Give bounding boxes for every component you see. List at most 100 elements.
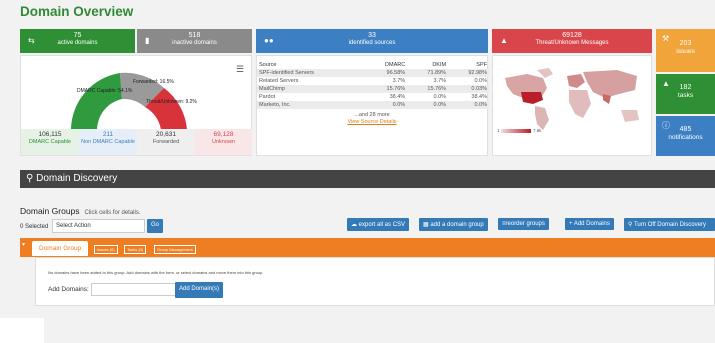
stat-unknown-label: Unknown <box>212 138 235 145</box>
users-icon: ●● <box>264 36 274 45</box>
source-spf: 92.98% <box>448 69 489 77</box>
empty-group-message: No domains have been added to this group… <box>48 270 264 275</box>
issues-tile[interactable]: ⚒ 203 issues <box>656 29 715 72</box>
table-row[interactable]: SPF-identified Servers 96.58% 71.89% 92.98% <box>257 69 489 77</box>
add-domains-button[interactable]: + Add Domains <box>565 218 614 230</box>
hamburger-icon[interactable]: ☰ <box>236 64 244 75</box>
domain-groups-hint: Click cells for details. <box>84 210 141 216</box>
gauge-label-threat: Threat/Unknown: 9.2% <box>146 99 197 105</box>
sources-panel: Source DMARC DKIM SPF SPF-identified Ser… <box>256 55 489 156</box>
reorder-groups-label: reorder groups <box>505 221 545 227</box>
stat-forwarded-value: 20,631 <box>156 131 176 138</box>
go-button[interactable]: Go <box>147 219 164 233</box>
source-dmarc: 15.76% <box>363 85 408 93</box>
search-icon: ⚲ <box>26 173 34 184</box>
sources-more-text: ...and 28 more <box>354 112 390 118</box>
stat-dmarc-capable-value: 106,115 <box>38 131 62 138</box>
threat-messages-label: Threat/Unknown Messages <box>535 40 609 47</box>
cloud-icon: ☁ <box>351 222 359 228</box>
page-title: Domain Overview <box>20 4 134 19</box>
notifications-tile[interactable]: ⓘ 485 notifications <box>656 116 715 156</box>
domain-discovery-title: Domain Discovery <box>36 173 118 184</box>
collapse-icon[interactable]: ▾ <box>22 241 25 248</box>
sources-header-source: Source <box>259 62 277 68</box>
source-spf: 0.0% <box>448 101 489 109</box>
identified-sources-count: 33 <box>368 32 376 39</box>
map-legend-min: 1 <box>497 128 500 133</box>
sources-header-spf: SPF <box>476 62 487 68</box>
source-dkim: 0.0% <box>433 94 447 100</box>
source-dmarc: 38.4% <box>389 94 406 100</box>
source-name: Pardot <box>259 94 276 100</box>
reorder-groups-button[interactable]: ≡reorder groups <box>498 218 549 230</box>
source-name: MailChimp <box>257 85 364 93</box>
info-icon: ⓘ <box>662 121 670 130</box>
turn-off-discovery-label: Turn Off Domain Discovery <box>633 222 706 228</box>
gauge-label-forwarded: Forwarded: 16.5% <box>133 79 174 85</box>
tab-domain-group[interactable]: Domain Group <box>32 241 89 256</box>
active-domains-label: active domains <box>57 40 98 47</box>
tasks-label: tasks <box>677 92 694 100</box>
table-row[interactable]: MailChimp 15.76% 15.76% 0.03% <box>257 85 489 93</box>
sources-header-dmarc: DMARC <box>385 62 406 68</box>
gauge-label-dmarc: DMARC Capable: 54.1% <box>77 88 133 94</box>
active-domains-count: 75 <box>73 32 82 39</box>
source-dkim: 71.89% <box>407 69 449 77</box>
sources-table: Source DMARC DKIM SPF SPF-identified Ser… <box>257 61 489 109</box>
domain-groups-header: Domain Groups Click cells for details. <box>20 206 141 216</box>
swap-icon: ⇆ <box>28 36 35 45</box>
source-dkim: 15.76% <box>407 85 449 93</box>
table-row[interactable]: Related Servers 3.7% 3.7% 0.0% <box>257 77 489 85</box>
stat-forwarded[interactable]: 20,631 Forwarded <box>137 129 195 155</box>
stat-dmarc-capable-label: DMARC Capable <box>28 138 72 145</box>
add-domains-label: Add Domains: <box>48 286 89 293</box>
stat-forwarded-label: Forwarded <box>152 138 180 145</box>
stat-unknown-value: 69,128 <box>213 131 234 138</box>
document-icon: ▮ <box>145 36 150 45</box>
add-domain-group-button[interactable]: ▦ add a domain group <box>419 218 488 231</box>
warning-icon: ▲ <box>500 36 508 45</box>
tab-group-management[interactable]: Group Management <box>154 245 196 254</box>
select-action-dropdown[interactable]: Select Action <box>52 219 145 233</box>
domain-discovery-bar[interactable]: ⚲ Domain Discovery <box>20 170 715 188</box>
threat-world-map[interactable] <box>497 64 649 134</box>
tasks-tile[interactable]: ▲ 182 tasks <box>656 74 715 114</box>
threat-map-panel: 1 7.6k <box>492 55 652 156</box>
stat-non-dmarc[interactable]: 211 Non DMARC Capable <box>79 129 137 155</box>
inactive-domains-tile[interactable]: ▮ 518 inactive domains <box>137 29 252 53</box>
export-csv-button[interactable]: ☁ export all as CSV <box>347 218 410 231</box>
sources-header-dkim: DKIM <box>432 62 447 68</box>
pin-icon: ▲ <box>662 79 670 88</box>
selected-count: 0 Selected <box>20 224 49 230</box>
inactive-domains-label: inactive domains <box>172 40 217 47</box>
tab-tasks[interactable]: Tasks (0) <box>124 245 147 254</box>
source-spf: 38.4% <box>471 94 487 100</box>
footer-gap <box>0 318 44 343</box>
identified-sources-tile[interactable]: ●● 33 identified sources <box>256 29 488 53</box>
notifications-label: notifications <box>668 134 703 142</box>
map-legend-max: 7.6k <box>533 128 542 133</box>
source-dkim: 0.0% <box>407 101 449 109</box>
map-legend-scale <box>501 129 531 133</box>
tab-issues[interactable]: Issues (0) <box>94 245 118 254</box>
stat-non-dmarc-value: 211 <box>102 131 114 138</box>
export-csv-label: export all as CSV <box>358 222 406 228</box>
source-dmarc: 3.7% <box>392 78 406 84</box>
issues-label: issues <box>676 48 695 56</box>
turn-off-discovery-button[interactable]: ⚲ Turn Off Domain Discovery <box>624 218 715 231</box>
source-name: Marketo, Inc. <box>257 101 364 109</box>
add-domains-submit-button[interactable]: Add Domain(s) <box>175 282 224 298</box>
threat-messages-count: 69128 <box>562 32 582 39</box>
table-row[interactable]: Pardot 38.4% 0.0% 38.4% <box>257 93 489 101</box>
domain-group-card: No domains have been added to this group… <box>35 257 715 306</box>
app-root: Domain Overview ⇆ 75 active domains ▮ 51… <box>0 0 715 343</box>
table-row[interactable]: Marketo, Inc. 0.0% 0.0% 0.0% <box>257 101 489 109</box>
threat-messages-tile[interactable]: ▲ 69128 Threat/Unknown Messages <box>492 29 652 53</box>
source-dkim: 3.7% <box>433 78 447 84</box>
stat-unknown[interactable]: 69,128 Unknown <box>195 129 252 155</box>
view-source-details-link[interactable]: View Source Details <box>257 119 487 125</box>
stat-dmarc-capable[interactable]: 106,115 DMARC Capable <box>21 129 79 155</box>
active-domains-tile[interactable]: ⇆ 75 active domains <box>20 29 135 53</box>
source-dmarc: 0.0% <box>363 101 408 109</box>
source-name: SPF-identified Servers <box>257 69 364 77</box>
